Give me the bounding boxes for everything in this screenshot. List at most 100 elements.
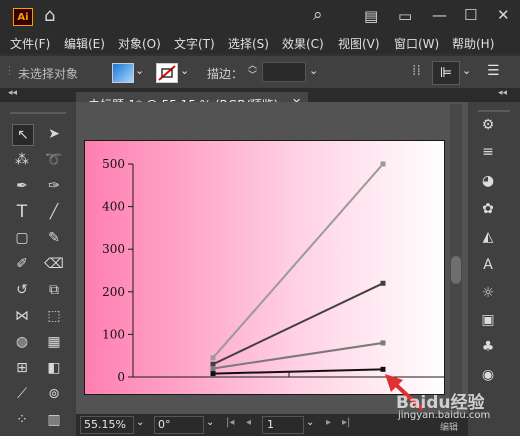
tools-divider [10, 112, 66, 114]
swatches-icon[interactable]: ◉ [478, 366, 498, 384]
menu-help[interactable]: 帮助(H) [452, 35, 494, 52]
appearance-icon[interactable]: ☼ [478, 284, 498, 302]
eraser-tool[interactable]: ⌫ [44, 254, 64, 274]
blend-tool[interactable]: ⊚ [44, 384, 64, 404]
symbols-icon[interactable]: ♣ [478, 338, 498, 356]
series-line-0 [212, 163, 384, 359]
rotate-tool[interactable]: ↺ [12, 280, 32, 300]
series-point-2-1 [380, 340, 386, 346]
y-tick-label: 400 [102, 200, 125, 214]
line-tool[interactable]: ╱ [44, 202, 64, 222]
last-page-icon[interactable]: ▸| [342, 417, 350, 428]
symbol-sprayer-tool[interactable]: ⁘ [12, 410, 32, 430]
title-bar: Ai ⌂ ⌕ ▤ ▭ — ☐ ✕ [0, 0, 520, 32]
menu-object[interactable]: 对象(O) [118, 35, 161, 52]
y-tick-label: 100 [102, 327, 125, 341]
gradient-panel-icon[interactable]: ▣ [478, 311, 498, 329]
magic-wand-tool[interactable]: ⁂ [12, 150, 32, 170]
zoom-value: 55.15% [84, 418, 126, 431]
page-field[interactable]: 1 [262, 416, 304, 434]
menu-file[interactable]: 文件(F) [10, 35, 50, 52]
paintbrush-tool[interactable]: ✎ [44, 228, 64, 248]
selection-tool[interactable]: ↖ [12, 124, 34, 146]
column-graph-tool[interactable]: ▥ [44, 410, 64, 430]
properties-icon[interactable]: ⚙ [478, 116, 498, 134]
brushes-icon[interactable]: ✿ [478, 200, 498, 218]
rectangle-tool[interactable]: ▢ [12, 228, 32, 248]
menu-type[interactable]: 文字(T) [174, 35, 215, 52]
search-icon[interactable]: ⌕ [313, 5, 323, 25]
perspective-grid-tool[interactable]: ▦ [44, 332, 64, 352]
workspace-icon[interactable]: ▭ [398, 7, 412, 25]
document-canvas-area[interactable]: 0 100 200 300 400 500 [76, 102, 468, 414]
prev-page-icon[interactable]: ◂ [246, 417, 251, 428]
maximize-icon[interactable]: ☐ [464, 6, 477, 24]
mesh-tool[interactable]: ⊞ [12, 358, 32, 378]
layers-icon[interactable]: ≡ [478, 143, 498, 161]
vertical-scroll-thumb[interactable] [451, 256, 461, 284]
menu-select[interactable]: 选择(S) [228, 35, 269, 52]
y-tick-label: 300 [102, 242, 125, 256]
shape-builder-tool[interactable]: ◍ [12, 332, 32, 352]
stroke-weight-dropdown-icon[interactable]: ⌄ [309, 64, 318, 77]
pen-tool[interactable]: ✒ [12, 176, 32, 196]
eyedropper-tool[interactable]: ⟋ [12, 384, 32, 404]
type-tool[interactable]: T [12, 202, 32, 222]
menu-view[interactable]: 视图(V) [338, 35, 380, 52]
vertical-scrollbar[interactable] [450, 104, 462, 410]
rotation-dropdown-icon[interactable]: ⌄ [206, 417, 214, 428]
stroke-label: 描边： [207, 67, 244, 81]
home-icon[interactable]: ⌂ [44, 5, 55, 26]
stroke-weight-field[interactable] [262, 62, 306, 82]
series-point-1-1 [380, 280, 386, 286]
watermark-sub: 编辑 [440, 423, 459, 433]
fill-swatch[interactable] [112, 63, 134, 83]
close-icon[interactable]: ✕ [497, 6, 510, 24]
shaper-tool[interactable]: ✐ [12, 254, 32, 274]
lasso-tool[interactable]: ➰ [44, 150, 64, 170]
minimize-icon[interactable]: — [432, 6, 447, 24]
y-tick-label: 200 [102, 285, 125, 299]
series-point-0-1 [380, 161, 386, 167]
menu-edit[interactable]: 编辑(E) [64, 35, 105, 52]
character-icon[interactable]: A [478, 256, 498, 274]
scale-tool[interactable]: ⧉ [44, 280, 64, 300]
direct-selection-tool[interactable]: ➤ [44, 124, 64, 144]
color-icon[interactable]: ◕ [478, 172, 498, 190]
y-tick-label: 500 [102, 157, 125, 171]
zoom-dropdown-icon[interactable]: ⌄ [136, 417, 144, 428]
menu-bar: 文件(F) 编辑(E) 对象(O) 文字(T) 选择(S) 效果(C) 视图(V… [0, 32, 520, 54]
rotation-field[interactable]: 0° [154, 416, 204, 434]
app-logo: Ai [13, 8, 33, 26]
menu-effect[interactable]: 效果(C) [282, 35, 324, 52]
y-tick-label: 0 [117, 370, 125, 384]
first-page-icon[interactable]: |◂ [226, 417, 234, 428]
arrange-documents-icon[interactable]: ▤ [364, 7, 378, 25]
gradient-tool[interactable]: ◧ [44, 358, 64, 378]
fill-dropdown-icon[interactable]: ⌄ [135, 64, 144, 77]
menu-window[interactable]: 窗口(W) [394, 35, 439, 52]
zoom-field[interactable]: 55.15% [80, 416, 134, 434]
page-value: 1 [267, 418, 274, 431]
artboard[interactable]: 0 100 200 300 400 500 [84, 140, 445, 395]
collapse-left-icon[interactable]: ◂◂ [8, 88, 17, 98]
curvature-tool[interactable]: ✑ [44, 176, 64, 196]
align-grid-icon[interactable]: ⁞⁞ [412, 63, 421, 79]
free-transform-tool[interactable]: ⬚ [44, 306, 64, 326]
stroke-weight-stepper[interactable]: ︿ ﹀ [248, 61, 257, 81]
line-chart[interactable]: 0 100 200 300 400 500 [85, 141, 444, 394]
transparency-icon[interactable]: ◭ [478, 228, 498, 246]
collapse-right-icon[interactable]: ◂◂ [498, 88, 507, 98]
series-line-2 [212, 341, 384, 370]
stroke-dropdown-icon[interactable]: ⌄ [180, 64, 189, 77]
rotation-value: 0° [158, 418, 171, 431]
next-page-icon[interactable]: ▸ [326, 417, 331, 428]
stroke-swatch[interactable] [156, 63, 178, 83]
width-tool[interactable]: ⋈ [12, 306, 32, 326]
panel-menu-icon[interactable]: ☰ [487, 63, 500, 79]
series-line-1 [212, 282, 384, 366]
align-dropdown-icon[interactable]: ⌄ [462, 64, 471, 77]
page-dropdown-icon[interactable]: ⌄ [306, 417, 314, 428]
no-selection-label: 未选择对象 [18, 67, 79, 81]
align-panel-button[interactable]: ⊫ [432, 61, 460, 85]
